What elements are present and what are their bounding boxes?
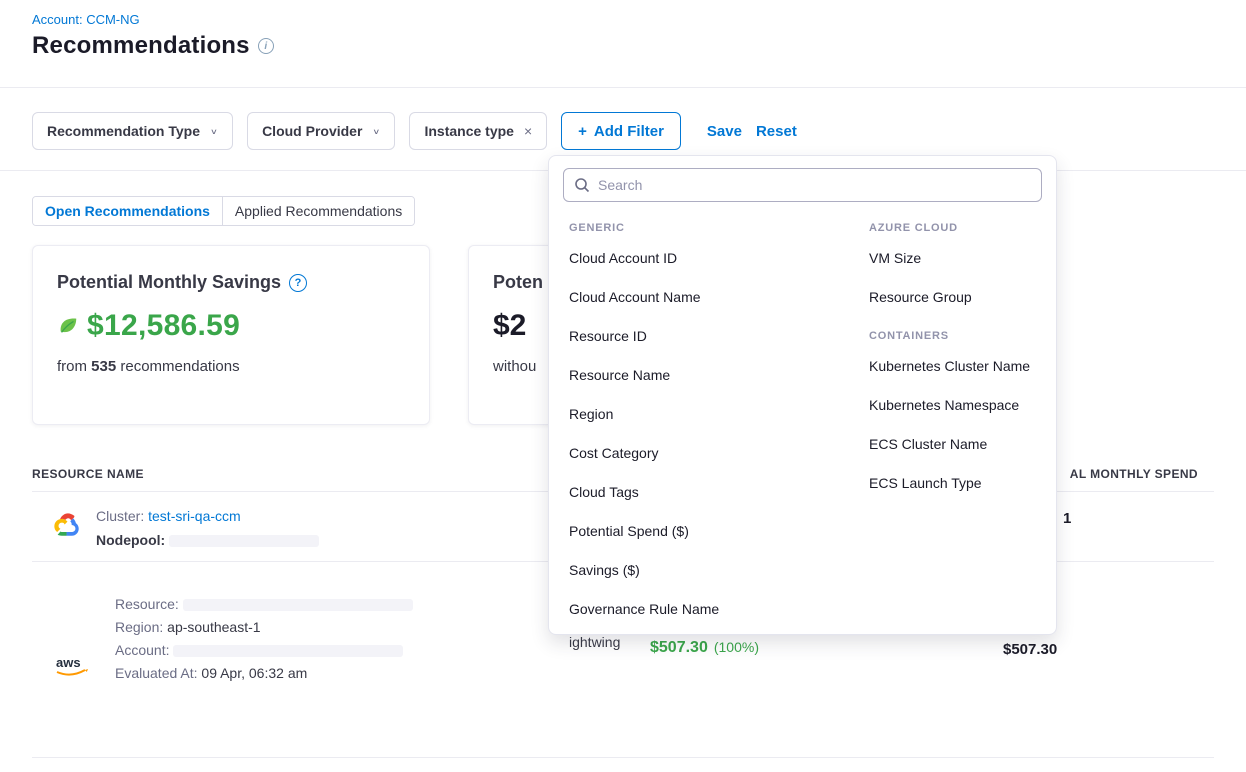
savings-amount: $12,586.59 xyxy=(87,309,240,343)
cluster-line: Cluster: test-sri-qa-ccm xyxy=(96,504,319,528)
filter-chip-label: Recommendation Type xyxy=(47,123,200,139)
resource-name-fragment: ightwing xyxy=(569,634,620,650)
row2-spend-value: $507.30 xyxy=(1003,641,1057,658)
filter-chip-label: Cloud Provider xyxy=(262,123,362,139)
evaluated-value: 09 Apr, 06:32 am xyxy=(201,665,307,681)
cluster-label: Cluster: xyxy=(96,508,148,524)
search-icon xyxy=(574,177,590,193)
save-button[interactable]: Save xyxy=(707,123,742,140)
close-icon[interactable]: × xyxy=(524,123,532,139)
column-header-resource-name: RESOURCE NAME xyxy=(32,467,144,481)
filter-search[interactable] xyxy=(563,168,1042,202)
gcp-icon xyxy=(52,511,82,537)
reset-button[interactable]: Reset xyxy=(756,123,797,140)
savings-count: 535 xyxy=(91,358,116,375)
cluster-link[interactable]: test-sri-qa-ccm xyxy=(148,508,241,524)
leaf-icon xyxy=(57,315,79,337)
menu-item-potential-spend[interactable]: Potential Spend ($) xyxy=(563,511,863,550)
account-label: Account: xyxy=(115,642,169,658)
recommendations-tabs: Open Recommendations Applied Recommendat… xyxy=(32,196,415,226)
menu-item-cloud-account-id[interactable]: Cloud Account ID xyxy=(563,238,863,277)
section-heading-containers: CONTAINERS xyxy=(869,330,1042,342)
row2-savings-value: $507.30 (100%) xyxy=(650,639,759,657)
add-filter-dropdown: GENERIC Cloud Account ID Cloud Account N… xyxy=(548,155,1057,635)
redacted-value xyxy=(173,645,403,657)
header-divider xyxy=(0,87,1246,88)
add-filter-label: Add Filter xyxy=(594,123,664,140)
chevron-down-icon: ∨ xyxy=(210,126,218,135)
menu-item-cost-category[interactable]: Cost Category xyxy=(563,433,863,472)
resource-line: Resource: xyxy=(115,593,413,616)
menu-item-ecs-launch-type[interactable]: ECS Launch Type xyxy=(863,463,1042,502)
account-breadcrumb[interactable]: Account: CCM-NG xyxy=(32,12,140,27)
filter-chip-cloud-provider[interactable]: Cloud Provider ∨ xyxy=(247,112,395,150)
savings-subtext: from 535 recommendations xyxy=(57,358,405,375)
resource-label: Resource: xyxy=(115,596,179,612)
evaluated-label: Evaluated At: xyxy=(115,665,201,681)
tab-applied-recommendations[interactable]: Applied Recommendations xyxy=(223,197,414,225)
menu-item-resource-id[interactable]: Resource ID xyxy=(563,316,863,355)
nodepool-label: Nodepool: xyxy=(96,532,165,548)
account-line: Account: xyxy=(115,639,413,662)
spend-card-title-fragment: Poten xyxy=(493,272,543,293)
menu-item-governance-rule-name[interactable]: Governance Rule Name xyxy=(563,589,863,628)
help-icon[interactable]: ? xyxy=(289,274,307,292)
tab-open-recommendations[interactable]: Open Recommendations xyxy=(33,197,223,225)
filter-chip-instance-type[interactable]: Instance type × xyxy=(409,112,547,150)
section-heading-azure-cloud: AZURE CLOUD xyxy=(869,222,1042,234)
add-filter-button[interactable]: + Add Filter xyxy=(561,112,681,150)
search-input[interactable] xyxy=(598,177,1031,193)
menu-item-ecs-cluster-name[interactable]: ECS Cluster Name xyxy=(863,424,1042,463)
region-label: Region: xyxy=(115,619,167,635)
column-header-monthly-spend: AL MONTHLY SPEND xyxy=(1070,467,1198,481)
info-icon[interactable]: i xyxy=(258,38,274,54)
chevron-down-icon: ∨ xyxy=(372,126,380,135)
savings-sub-prefix: from xyxy=(57,358,91,375)
aws-icon: aws xyxy=(54,654,90,678)
redacted-value xyxy=(183,599,413,611)
page-title: Recommendations xyxy=(32,32,250,60)
filter-chip-recommendation-type[interactable]: Recommendation Type ∨ xyxy=(32,112,233,150)
evaluated-line: Evaluated At: 09 Apr, 06:32 am xyxy=(115,662,413,685)
filter-bar: Recommendation Type ∨ Cloud Provider ∨ I… xyxy=(32,111,797,151)
savings-card-title: Potential Monthly Savings xyxy=(57,272,281,293)
redacted-value xyxy=(169,535,319,547)
filter-chip-label: Instance type xyxy=(424,123,513,139)
menu-item-kubernetes-namespace[interactable]: Kubernetes Namespace xyxy=(863,385,1042,424)
menu-item-kubernetes-cluster-name[interactable]: Kubernetes Cluster Name xyxy=(863,346,1042,385)
menu-item-resource-name[interactable]: Resource Name xyxy=(563,355,863,394)
svg-text:aws: aws xyxy=(56,655,81,670)
savings-amount: $507.30 xyxy=(650,639,708,656)
menu-item-vm-size[interactable]: VM Size xyxy=(863,238,1042,277)
menu-item-resource-group[interactable]: Resource Group xyxy=(863,277,1042,316)
region-value: ap-southeast-1 xyxy=(167,619,260,635)
plus-icon: + xyxy=(578,123,587,140)
spend-amount-fragment: $2 xyxy=(493,309,526,343)
savings-percent: (100%) xyxy=(714,639,759,655)
nodepool-line: Nodepool: xyxy=(96,528,319,552)
menu-item-cloud-tags[interactable]: Cloud Tags xyxy=(563,472,863,511)
section-heading-generic: GENERIC xyxy=(569,222,863,234)
menu-item-savings[interactable]: Savings ($) xyxy=(563,550,863,589)
menu-item-region[interactable]: Region xyxy=(563,394,863,433)
savings-sub-suffix: recommendations xyxy=(116,358,239,375)
region-line: Region: ap-southeast-1 xyxy=(115,616,413,639)
row1-spend-fragment: 1 xyxy=(1063,510,1071,527)
menu-item-cloud-account-name[interactable]: Cloud Account Name xyxy=(563,277,863,316)
potential-monthly-savings-card: Potential Monthly Savings ? $12,586.59 f… xyxy=(32,245,430,425)
